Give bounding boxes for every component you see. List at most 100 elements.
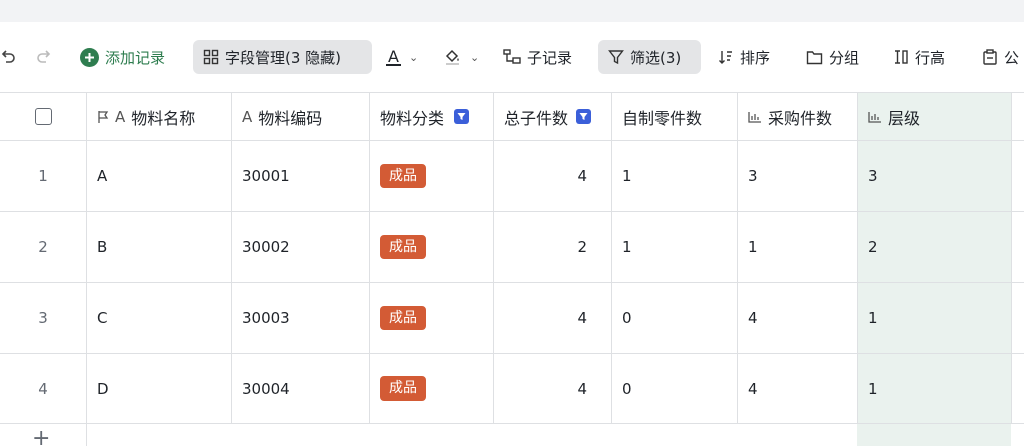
redo-icon[interactable] [36, 40, 52, 74]
sub-record-label: 子记录 [527, 48, 573, 67]
category-tag: 成品 [380, 234, 426, 260]
filter-active-icon [576, 109, 592, 124]
cell-code[interactable]: 30004 [232, 354, 370, 423]
text-field-icon: A [115, 107, 126, 126]
text-field-icon: A [242, 107, 253, 126]
group-label: 分组 [829, 48, 860, 67]
text-color-button[interactable]: A ⌄ [386, 40, 418, 74]
cell-purchased[interactable]: 4 [738, 283, 858, 353]
cell-level[interactable]: 1 [858, 354, 1012, 423]
data-table: A 物料名称 A 物料编码 物料分类 总子件数 自制零件数 采购件数 层级 1 … [0, 92, 1024, 446]
group-button[interactable]: 分组 [806, 40, 859, 74]
share-label: 公 [1004, 48, 1020, 67]
cell-self-made[interactable]: 1 [612, 141, 738, 211]
column-header-code[interactable]: A 物料编码 [232, 93, 370, 140]
column-header-label: 总子件数 [504, 108, 569, 128]
filter-active-icon [454, 109, 470, 124]
cell-total[interactable]: 2 [494, 212, 612, 282]
table-row[interactable]: 2 B 30002 成品 2 1 1 2 [0, 212, 1024, 283]
sub-record-button[interactable]: 子记录 [503, 40, 572, 74]
category-tag: 成品 [380, 305, 426, 331]
column-header-label: 物料名称 [131, 108, 196, 128]
column-header-purchased[interactable]: 采购件数 [738, 93, 858, 140]
category-tag: 成品 [380, 376, 426, 401]
folder-icon [806, 50, 823, 65]
table-row[interactable]: 1 A 30001 成品 4 1 3 3 [0, 141, 1024, 212]
row-height-icon [893, 49, 909, 65]
cell-total[interactable]: 4 [494, 141, 612, 211]
cell-name[interactable]: D [87, 354, 232, 423]
field-manage-label: 字段管理(3 隐藏) [225, 48, 342, 67]
add-record-label: 添加记录 [105, 48, 166, 67]
table-row[interactable]: 4 D 30004 成品 4 0 4 1 [0, 354, 1024, 424]
cell-name[interactable]: C [87, 283, 232, 353]
sort-label: 排序 [740, 48, 771, 67]
filter-icon [608, 49, 624, 65]
select-all-checkbox[interactable] [34, 108, 52, 125]
cell-level[interactable]: 1 [858, 283, 1012, 353]
cell-level[interactable]: 3 [858, 141, 1012, 211]
add-record-button[interactable]: 添加记录 [80, 40, 165, 74]
column-header-label: 物料编码 [258, 108, 323, 128]
cell-purchased[interactable]: 3 [738, 141, 858, 211]
add-row-plus-icon[interactable]: + [32, 428, 50, 446]
cell-name[interactable]: A [87, 141, 232, 211]
cell-level[interactable]: 2 [858, 212, 1012, 282]
column-header-label: 采购件数 [768, 108, 833, 128]
sort-button[interactable]: 排序 [718, 40, 770, 74]
cell-self-made[interactable]: 0 [612, 283, 738, 353]
cell-code[interactable]: 30002 [232, 212, 370, 282]
column-header-level[interactable]: 层级 [858, 93, 1012, 140]
fill-color-button[interactable]: ⌄ [444, 40, 479, 74]
cell-category[interactable]: 成品 [370, 354, 494, 423]
filter-button[interactable]: 筛选(3) [598, 40, 701, 74]
paint-bucket-icon [444, 48, 462, 66]
cell-category[interactable]: 成品 [370, 283, 494, 353]
text-color-icon: A [386, 46, 401, 66]
rollup-field-icon [748, 111, 762, 123]
row-index: 1 [0, 141, 87, 211]
column-header-label: 自制零件数 [622, 108, 703, 128]
cell-purchased[interactable]: 1 [738, 212, 858, 282]
column-header-label: 物料分类 [380, 108, 445, 128]
undo-icon[interactable] [0, 40, 16, 74]
column-header-label: 层级 [888, 108, 921, 128]
grid-icon [203, 49, 219, 65]
column-header-category[interactable]: 物料分类 [370, 93, 494, 140]
row-height-label: 行高 [915, 48, 946, 67]
primary-field-flag-icon [97, 110, 109, 124]
cell-self-made[interactable]: 0 [612, 354, 738, 423]
cell-code[interactable]: 30001 [232, 141, 370, 211]
cell-code[interactable]: 30003 [232, 283, 370, 353]
cell-total[interactable]: 4 [494, 283, 612, 353]
select-all-cell[interactable] [0, 93, 87, 140]
sort-icon [718, 49, 734, 65]
cell-name[interactable]: B [87, 212, 232, 282]
add-row-divider [86, 424, 87, 446]
text-color-letter: A [388, 46, 399, 66]
table-row[interactable]: 3 C 30003 成品 4 0 4 1 [0, 283, 1024, 354]
add-circle-icon [80, 47, 99, 67]
cell-total[interactable]: 4 [494, 354, 612, 423]
cell-category[interactable]: 成品 [370, 212, 494, 282]
share-button[interactable]: 公 [982, 40, 1019, 74]
row-index: 3 [0, 283, 87, 353]
table-header-row: A 物料名称 A 物料编码 物料分类 总子件数 自制零件数 采购件数 层级 [0, 93, 1024, 141]
field-manage-button[interactable]: 字段管理(3 隐藏) [193, 40, 372, 74]
column-header-total[interactable]: 总子件数 [494, 93, 612, 140]
column-header-name[interactable]: A 物料名称 [87, 93, 232, 140]
cell-self-made[interactable]: 1 [612, 212, 738, 282]
column-header-self-made[interactable]: 自制零件数 [612, 93, 738, 140]
category-tag: 成品 [380, 163, 426, 189]
sub-record-icon [503, 49, 521, 65]
filter-label: 筛选(3) [630, 48, 682, 67]
cell-purchased[interactable]: 4 [738, 354, 858, 423]
add-row[interactable]: + [0, 424, 1024, 446]
chevron-down-icon: ⌄ [409, 50, 419, 64]
window-top-strip [0, 0, 1024, 22]
cell-category[interactable]: 成品 [370, 141, 494, 211]
row-height-button[interactable]: 行高 [893, 40, 945, 74]
rollup-field-icon [868, 111, 882, 123]
toolbar: 添加记录 字段管理(3 隐藏) A ⌄ ⌄ 子记录 筛选(3) 排序 分组 行高… [0, 22, 1024, 92]
row-index: 4 [0, 354, 87, 423]
